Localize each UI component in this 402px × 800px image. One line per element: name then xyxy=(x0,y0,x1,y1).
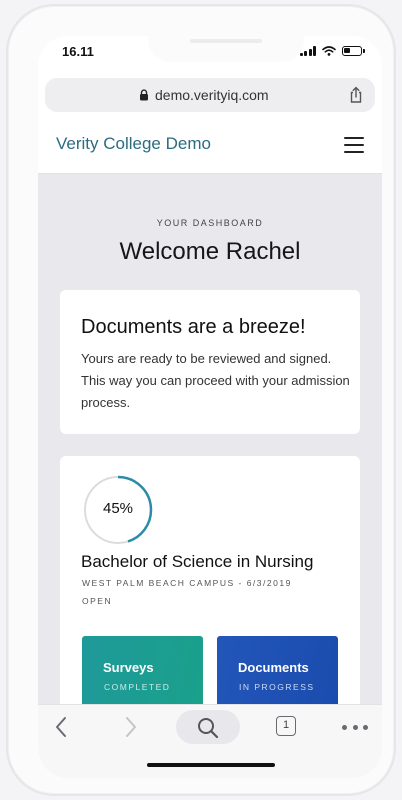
forward-icon[interactable] xyxy=(118,715,142,739)
search-button[interactable] xyxy=(176,710,240,744)
address-bar[interactable]: demo.verityiq.com xyxy=(45,78,375,112)
notice-card: Documents are a breeze! Yours are ready … xyxy=(60,290,360,434)
documents-tile-title: Documents xyxy=(238,660,309,675)
url-text: demo.verityiq.com xyxy=(155,87,269,103)
signal-icon xyxy=(299,46,316,56)
app-header: Verity College Demo xyxy=(38,120,382,174)
brand-title[interactable]: Verity College Demo xyxy=(56,134,211,154)
tabs-icon[interactable]: 1 xyxy=(276,716,296,736)
surveys-tile[interactable]: Surveys COMPLETED xyxy=(82,636,203,704)
documents-tile-status: IN PROGRESS xyxy=(239,682,315,692)
home-indicator[interactable] xyxy=(147,763,275,767)
phone-frame: 16.11 demo.verityiq.com Verity College D… xyxy=(6,4,396,796)
share-icon[interactable] xyxy=(347,86,365,104)
dashboard-eyebrow: YOUR DASHBOARD xyxy=(156,218,264,228)
enrollment-card[interactable]: 45% Bachelor of Science in Nursing WEST … xyxy=(60,456,360,704)
welcome-heading: Welcome Rachel xyxy=(119,238,301,265)
notch xyxy=(148,36,304,62)
speaker-grill xyxy=(190,39,262,43)
documents-tile[interactable]: Documents IN PROGRESS xyxy=(217,636,338,704)
progress-label: 45% xyxy=(102,500,134,517)
lock-icon xyxy=(140,89,148,101)
surveys-tile-status: COMPLETED xyxy=(104,682,171,692)
wifi-icon xyxy=(322,46,336,56)
menu-icon[interactable] xyxy=(344,137,364,153)
more-icon[interactable] xyxy=(342,725,368,731)
program-title: Bachelor of Science in Nursing xyxy=(81,552,314,571)
back-icon[interactable] xyxy=(50,715,74,739)
notice-title: Documents are a breeze! xyxy=(81,316,306,338)
dashboard-content: YOUR DASHBOARD Welcome Rachel Documents … xyxy=(38,174,382,704)
status-badge: OPEN xyxy=(82,596,113,606)
status-icons xyxy=(299,46,365,56)
campus-date: WEST PALM BEACH CAMPUS - 6/3/2019 xyxy=(82,578,292,588)
search-icon xyxy=(198,718,219,739)
battery-icon xyxy=(342,46,365,56)
browser-toolbar: 1 xyxy=(38,704,382,778)
phone-screen: 16.11 demo.verityiq.com Verity College D… xyxy=(38,36,382,778)
notice-body: Yours are ready to be reviewed and signe… xyxy=(81,351,350,410)
surveys-tile-title: Surveys xyxy=(103,660,154,675)
status-time: 16.11 xyxy=(62,44,94,59)
